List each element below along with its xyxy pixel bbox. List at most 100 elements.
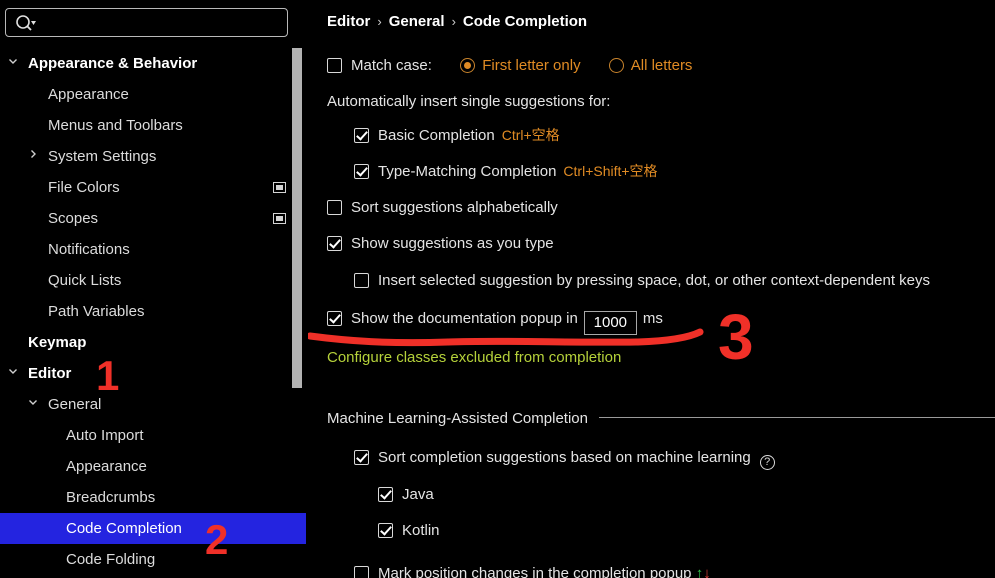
sidebar-item-editor[interactable]: Editor: [0, 358, 306, 389]
sidebar-item-appearance[interactable]: Appearance: [0, 451, 306, 482]
breadcrumb-item-editor[interactable]: Editor: [327, 13, 370, 30]
sidebar-item-label: Quick Lists: [48, 272, 122, 289]
match-case-checkbox[interactable]: [327, 58, 342, 73]
sidebar-item-quick-lists[interactable]: Quick Lists: [0, 265, 306, 296]
sidebar-item-general[interactable]: General: [0, 389, 306, 420]
window-icon[interactable]: [273, 213, 286, 224]
mark-position-label: Mark position changes in the completion …: [378, 565, 692, 578]
sidebar-item-scopes[interactable]: Scopes: [0, 203, 306, 234]
basic-completion-checkbox[interactable]: [354, 128, 369, 143]
settings-dialog: Appearance & Behavior Appearance Menus and…: [0, 0, 995, 578]
sidebar-item-appearance-behavior[interactable]: Appearance & Behavior: [0, 48, 306, 79]
all-letters-label[interactable]: All letters: [631, 57, 693, 74]
ml-section-header: Machine Learning-Assisted Completion: [327, 410, 995, 430]
sidebar-item-label: Notifications: [48, 241, 130, 258]
sidebar-item-path-variables[interactable]: Path Variables: [0, 296, 306, 327]
settings-tree: Appearance & Behavior Appearance Menus and…: [0, 48, 306, 575]
sidebar-item-label: Appearance: [66, 458, 147, 475]
sidebar-item-label: Keymap: [28, 334, 87, 351]
settings-search-box[interactable]: [5, 8, 288, 38]
type-matching-completion-checkbox[interactable]: [354, 164, 369, 179]
breadcrumb: Editor › General › Code Completion: [327, 13, 587, 30]
insert-selected-row: Insert selected suggestion by pressing s…: [354, 270, 930, 292]
breadcrumb-separator-icon: ›: [377, 14, 382, 29]
mark-position-checkbox[interactable]: [354, 566, 369, 578]
chevron-down-icon[interactable]: [26, 389, 40, 420]
sidebar-item-label: File Colors: [48, 179, 120, 196]
settings-sidebar: Appearance & Behavior Appearance Menus and…: [0, 0, 306, 578]
sort-alphabetically-checkbox[interactable]: [327, 200, 342, 215]
show-suggestions-checkbox[interactable]: [327, 236, 342, 251]
sidebar-scrollbar[interactable]: [292, 48, 302, 388]
basic-completion-label: Basic Completion: [378, 127, 495, 144]
ml-kotlin-label: Kotlin: [402, 522, 440, 539]
all-letters-radio[interactable]: [608, 58, 624, 73]
sidebar-item-label: Editor: [28, 365, 72, 382]
sidebar-item-label: General: [48, 396, 102, 413]
ml-section-divider: [598, 417, 995, 418]
configure-excluded-classes-link[interactable]: Configure classes excluded from completi…: [327, 349, 621, 366]
breadcrumb-item-code-completion: Code Completion: [462, 13, 588, 30]
sidebar-item-code-completion[interactable]: Code Completion: [0, 513, 306, 544]
sort-ml-label: Sort completion suggestions based on mac…: [378, 449, 751, 466]
sidebar-item-keymap[interactable]: Keymap: [0, 327, 306, 358]
doc-popup-delay-input[interactable]: [583, 311, 637, 335]
chevron-down-icon[interactable]: [6, 358, 20, 389]
match-case-row: Match case: First letter only All letter…: [327, 55, 716, 77]
sort-alphabetically-label: Sort suggestions alphabetically: [351, 199, 558, 216]
sidebar-item-label: Appearance & Behavior: [28, 55, 198, 72]
sidebar-item-system-settings[interactable]: System Settings: [0, 141, 306, 172]
chevron-down-icon: [31, 21, 36, 25]
sidebar-item-menus-and-toolbars[interactable]: Menus and Toolbars: [0, 110, 306, 141]
sidebar-item-notifications[interactable]: Notifications: [0, 234, 306, 265]
basic-completion-row: Basic Completion Ctrl+空格: [354, 124, 560, 146]
arrow-down-icon: ↓: [703, 565, 711, 578]
doc-popup-unit-label: ms: [642, 310, 663, 327]
doc-popup-label: Show the documentation popup in: [351, 310, 578, 327]
sidebar-item-code-folding[interactable]: Code Folding: [0, 544, 306, 575]
first-letter-only-radio[interactable]: [460, 58, 476, 73]
sidebar-item-label: Menus and Toolbars: [48, 117, 183, 134]
match-case-label: Match case:: [351, 57, 432, 74]
sidebar-item-auto-import[interactable]: Auto Import: [0, 420, 306, 451]
window-icon[interactable]: [273, 182, 286, 193]
search-icon[interactable]: [15, 14, 37, 32]
insert-selected-checkbox[interactable]: [354, 273, 369, 288]
doc-popup-checkbox[interactable]: [327, 311, 342, 326]
insert-selected-label: Insert selected suggestion by pressing s…: [378, 272, 930, 289]
first-letter-only-label[interactable]: First letter only: [482, 57, 580, 74]
sidebar-item-label: Appearance: [48, 86, 129, 103]
ml-kotlin-checkbox[interactable]: [378, 523, 393, 538]
sidebar-item-label: Path Variables: [48, 303, 145, 320]
sidebar-item-label: Code Folding: [66, 551, 156, 568]
basic-completion-shortcut: Ctrl+空格: [501, 127, 560, 143]
ml-section-title: Machine Learning-Assisted Completion: [327, 410, 588, 427]
chevron-down-icon[interactable]: [6, 48, 20, 79]
breadcrumb-item-general[interactable]: General: [389, 13, 445, 30]
breadcrumb-separator-icon: ›: [451, 14, 456, 29]
show-suggestions-label: Show suggestions as you type: [351, 235, 554, 252]
ml-java-checkbox[interactable]: [378, 487, 393, 502]
sort-ml-checkbox[interactable]: [354, 450, 369, 465]
show-suggestions-row: Show suggestions as you type: [327, 233, 554, 255]
sidebar-item-file-colors[interactable]: File Colors: [0, 172, 306, 203]
sidebar-item-label: Code Completion: [66, 520, 182, 537]
sort-alphabetically-row: Sort suggestions alphabetically: [327, 197, 558, 219]
auto-insert-header: Automatically insert single suggestions …: [327, 93, 611, 110]
sidebar-item-label: Scopes: [48, 210, 99, 227]
chevron-right-icon[interactable]: [26, 141, 40, 172]
mark-position-row: Mark position changes in the completion …: [354, 563, 711, 578]
sidebar-item-label: System Settings: [48, 148, 157, 165]
search-input[interactable]: [40, 9, 284, 38]
ml-language-java-row: Java: [378, 484, 434, 506]
type-matching-completion-row: Type-Matching Completion Ctrl+Shift+空格: [354, 160, 658, 182]
sidebar-item-appearance[interactable]: Appearance: [0, 79, 306, 110]
type-matching-completion-label: Type-Matching Completion: [378, 163, 557, 180]
sort-ml-row: Sort completion suggestions based on mac…: [354, 447, 775, 470]
ml-language-kotlin-row: Kotlin: [378, 520, 440, 542]
sidebar-item-label: Auto Import: [66, 427, 144, 444]
type-matching-completion-shortcut: Ctrl+Shift+空格: [563, 163, 658, 179]
ml-java-label: Java: [402, 486, 434, 503]
help-icon[interactable]: ?: [759, 455, 775, 470]
sidebar-item-breadcrumbs[interactable]: Breadcrumbs: [0, 482, 306, 513]
